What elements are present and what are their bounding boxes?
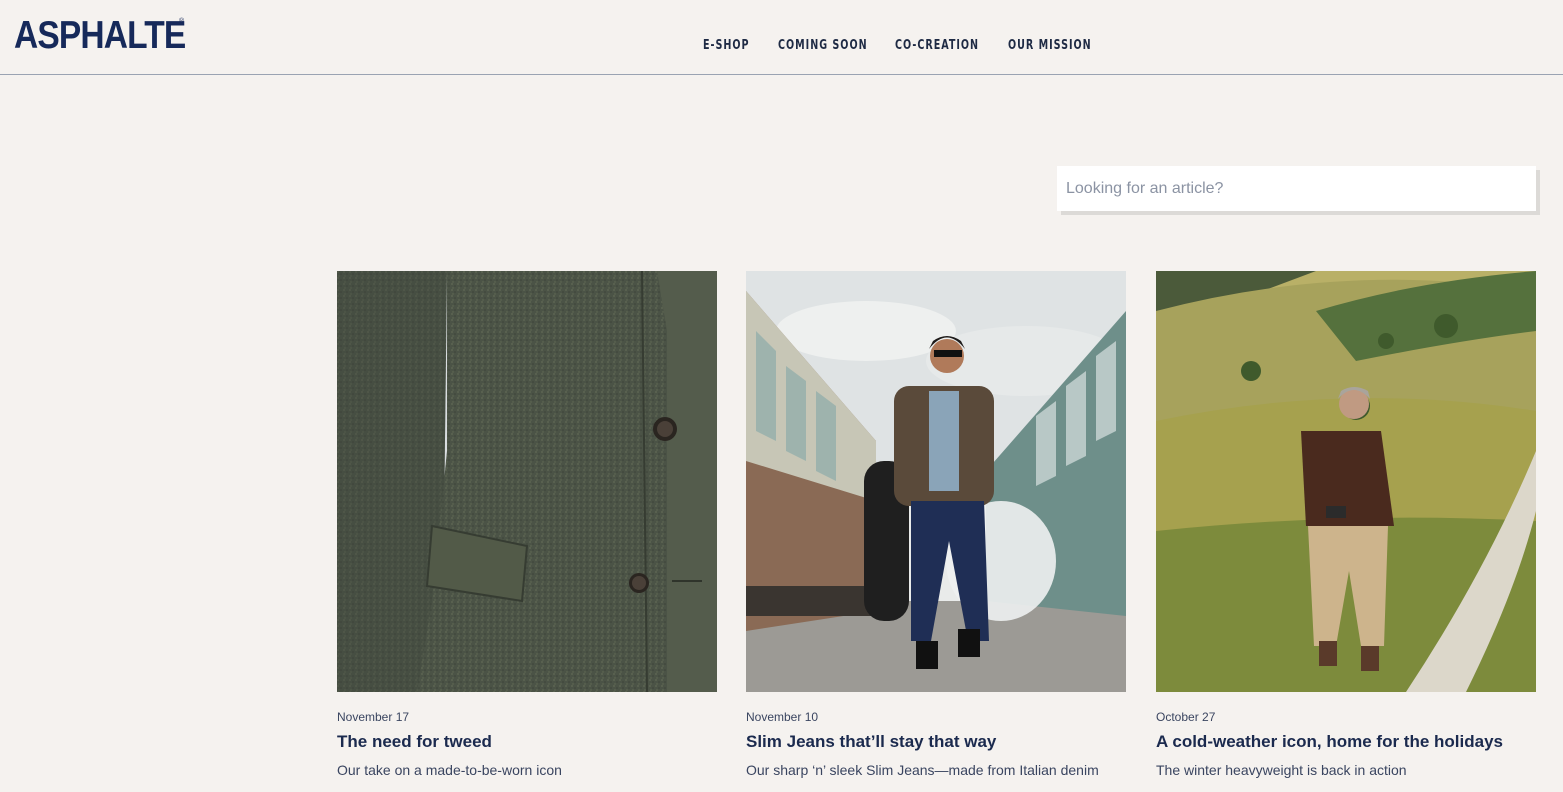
nav-item-coming-soon[interactable]: COMING SOON — [778, 36, 868, 56]
article-subtitle: The winter heavyweight is back in action — [1156, 762, 1407, 778]
nav-item-co-creation[interactable]: CO-CREATION — [895, 36, 979, 56]
article-search — [1057, 166, 1536, 211]
article-title[interactable]: A cold-weather icon, home for the holida… — [1156, 732, 1503, 752]
registered-mark: ® — [179, 18, 185, 25]
article-date: November 17 — [337, 710, 410, 724]
nav-item-e-shop[interactable]: E-SHOP — [703, 36, 750, 56]
article-title[interactable]: Slim Jeans that’ll stay that way — [746, 732, 996, 752]
article-date: November 10 — [746, 710, 819, 724]
article-subtitle: Our sharp ‘n’ sleek Slim Jeans—made from… — [746, 762, 1099, 778]
search-input[interactable] — [1057, 166, 1536, 211]
article-image-tweed-jacket[interactable] — [337, 271, 717, 692]
nav-item-our-mission[interactable]: OUR MISSION — [1008, 36, 1092, 56]
article-card[interactable]: October 27 A cold-weather icon, home for… — [1156, 271, 1536, 778]
brand-logo[interactable]: ASPHALTE — [14, 14, 186, 58]
article-subtitle: Our take on a made-to-be-worn icon — [337, 762, 562, 778]
article-image-trains[interactable] — [746, 271, 1126, 692]
site-header: ASPHALTE ® E-SHOP COMING SOON CO-CREATIO… — [0, 0, 1563, 75]
article-date: October 27 — [1156, 710, 1216, 724]
article-card[interactable]: November 10 Slim Jeans that’ll stay that… — [746, 271, 1126, 778]
article-title[interactable]: The need for tweed — [337, 732, 492, 752]
article-card[interactable]: November 17 The need for tweed Our take … — [337, 271, 717, 778]
article-image-meadow[interactable] — [1156, 271, 1536, 692]
